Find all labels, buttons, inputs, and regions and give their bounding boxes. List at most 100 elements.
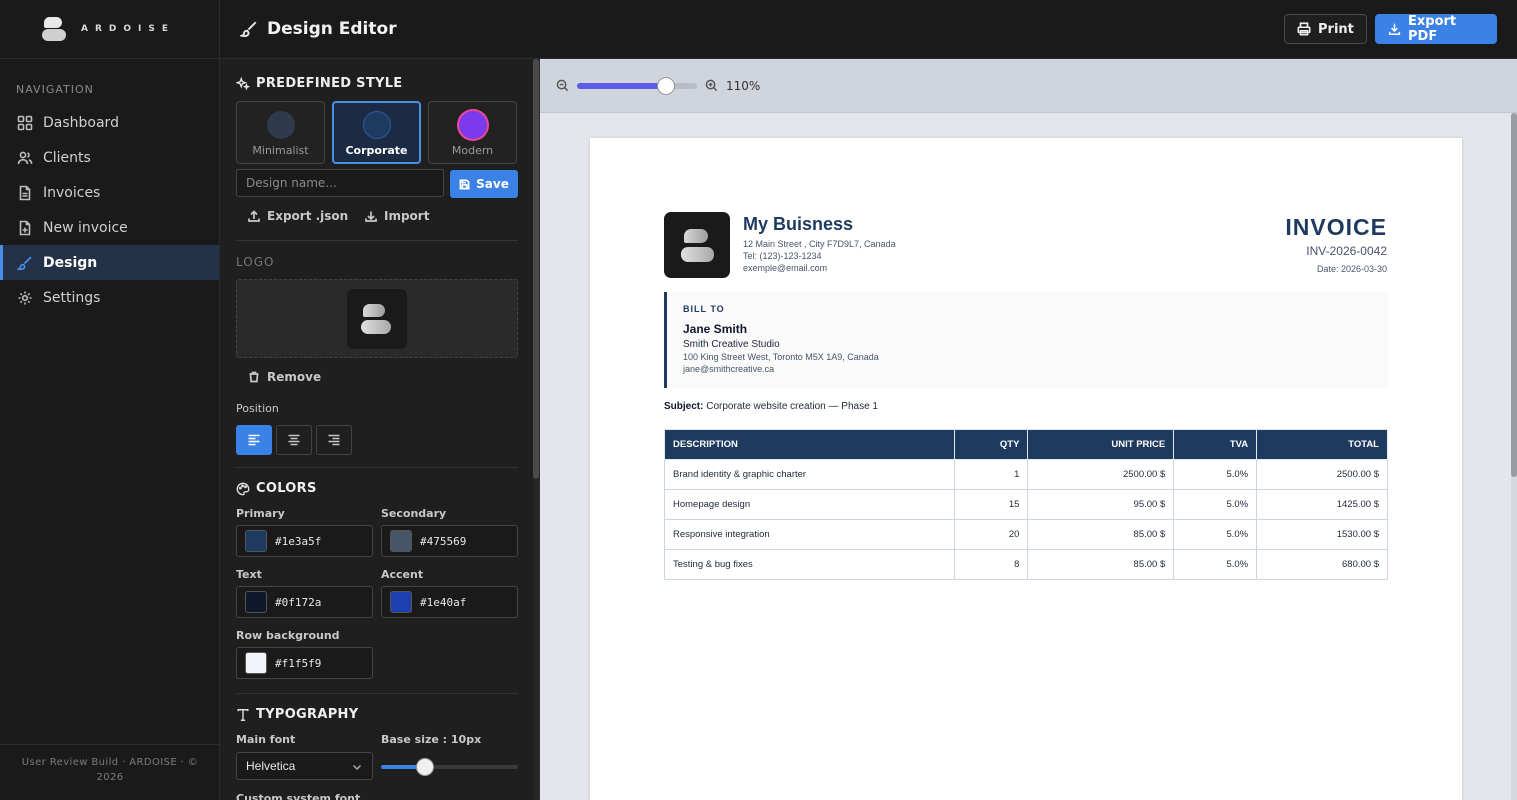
table-row: Testing & bug fixes 8 85.00 $ 5.0% 680.0… (664, 549, 1388, 580)
typography-title-text: TYPOGRAPHY (256, 707, 359, 722)
brush-icon (240, 21, 257, 38)
slider-knob[interactable] (415, 758, 434, 776)
page-title: Design Editor (240, 19, 397, 39)
brush-icon (17, 255, 32, 270)
align-left-button[interactable] (236, 425, 272, 455)
table-row: Brand identity & graphic charter 1 2500.… (664, 459, 1388, 490)
cell-description: Homepage design (664, 489, 955, 520)
cell-tva: 5.0% (1173, 549, 1258, 580)
column-header: TVA (1173, 429, 1258, 460)
remove-logo-button[interactable]: Remove (248, 370, 321, 384)
scrollbar-thumb[interactable] (533, 59, 539, 479)
subject-label: Subject: (664, 401, 704, 412)
floppy-icon (459, 179, 470, 189)
logo-section-title: LOGO (236, 255, 275, 269)
predefined-style-title-text: PREDEFINED STYLE (256, 76, 403, 91)
divider (236, 240, 518, 241)
panel-scrollbar[interactable] (533, 59, 539, 800)
business-name: My Buisness (743, 214, 854, 234)
import-button[interactable]: Import (365, 209, 429, 223)
text-color-input[interactable]: #0f172a (236, 586, 373, 618)
row-background-color-input[interactable]: #f1f5f9 (236, 647, 373, 679)
zoom-slider-knob[interactable] (656, 76, 675, 95)
invoice-preview: 110% My Buisness 12 Main Street , City F… (540, 59, 1517, 800)
cell-unit-price: 85.00 $ (1027, 549, 1175, 580)
colors-title: COLORS (236, 481, 317, 496)
cell-total: 680.00 $ (1256, 549, 1388, 580)
scrollbar-thumb[interactable] (1511, 113, 1517, 477)
cell-tva: 5.0% (1173, 519, 1258, 550)
export-pdf-button[interactable]: Export PDF (1375, 14, 1497, 44)
palette-icon (236, 482, 250, 495)
sidebar-item-label: Settings (43, 289, 101, 306)
main-font-value: Helvetica (246, 759, 296, 773)
accent-color-input[interactable]: #1e40af (381, 586, 518, 618)
sidebar-item-label: Dashboard (43, 114, 119, 131)
secondary-color-input[interactable]: #475569 (381, 525, 518, 557)
ardoise-logo-icon (42, 16, 66, 42)
color-chip (390, 530, 412, 552)
sidebar-item-settings[interactable]: Settings (0, 280, 219, 315)
primary-color-label: Primary (236, 507, 285, 520)
cell-qty: 1 (953, 459, 1029, 490)
bill-to-label: BILL TO (683, 304, 725, 314)
secondary-color-label: Secondary (381, 507, 447, 520)
style-card-label: Modern (451, 144, 494, 157)
primary-color-input[interactable]: #1e3a5f (236, 525, 373, 557)
column-header: DESCRIPTION (664, 429, 955, 460)
print-button-label: Print (1318, 21, 1354, 37)
brand-name: ARDOISE (81, 24, 175, 34)
logo-dropzone[interactable] (236, 279, 518, 358)
trash-icon (249, 371, 259, 383)
zoom-in-icon[interactable] (705, 79, 718, 92)
position-label: Position (236, 402, 279, 415)
brand[interactable]: ARDOISE (0, 0, 219, 59)
align-right-button[interactable] (316, 425, 352, 455)
divider (236, 467, 518, 468)
base-size-slider[interactable] (381, 758, 518, 776)
align-center-button[interactable] (276, 425, 312, 455)
design-name-input[interactable]: Design name... (236, 169, 444, 197)
zoom-out-icon[interactable] (556, 79, 569, 92)
sidebar-item-dashboard[interactable]: Dashboard (0, 105, 219, 140)
sidebar-footer: User Review Build · ARDOISE · © 2026 (0, 744, 220, 800)
color-hex: #f1f5f9 (275, 656, 322, 670)
file-plus-icon (19, 220, 31, 235)
style-swatch (458, 111, 487, 139)
color-chip (390, 591, 412, 613)
color-chip (245, 591, 267, 613)
save-design-button[interactable]: Save (450, 170, 518, 198)
invoice-title: INVOICE (1285, 214, 1387, 240)
export-json-button[interactable]: Export .json (248, 209, 348, 223)
color-hex: #0f172a (275, 595, 322, 609)
cell-total: 2500.00 $ (1256, 459, 1388, 490)
sidebar-item-clients[interactable]: Clients (0, 140, 219, 175)
business-tel: Tel: (123)-123-1234 (743, 251, 822, 261)
style-card-label: Corporate (345, 144, 408, 157)
invoice-number: INV-2026-0042 (1306, 244, 1387, 258)
sidebar-item-design[interactable]: Design (0, 245, 219, 280)
align-left-icon (248, 434, 260, 446)
preview-scrollbar[interactable] (1511, 113, 1517, 800)
accent-color-label: Accent (381, 568, 424, 581)
divider (236, 693, 518, 694)
type-icon (237, 708, 249, 721)
cell-tva: 5.0% (1173, 489, 1258, 520)
cell-description: Responsive integration (664, 519, 955, 550)
style-card-minimalist[interactable]: Minimalist (236, 101, 325, 164)
printer-icon (1297, 22, 1311, 36)
zoom-slider[interactable] (577, 76, 697, 95)
export-json-label: Export .json (267, 209, 349, 223)
cell-tva: 5.0% (1173, 459, 1258, 490)
text-color-label: Text (236, 568, 262, 581)
color-chip (245, 652, 267, 674)
style-card-modern[interactable]: Modern (428, 101, 517, 164)
sidebar-item-new-invoice[interactable]: New invoice (0, 210, 219, 245)
gear-icon (18, 291, 32, 304)
style-card-corporate[interactable]: Corporate (332, 101, 421, 164)
print-button[interactable]: Print (1284, 14, 1367, 44)
main-font-select[interactable]: Helvetica (236, 752, 373, 780)
sidebar-item-invoices[interactable]: Invoices (0, 175, 219, 210)
invoice-logo-icon (664, 212, 730, 278)
column-header: TOTAL (1256, 429, 1388, 460)
